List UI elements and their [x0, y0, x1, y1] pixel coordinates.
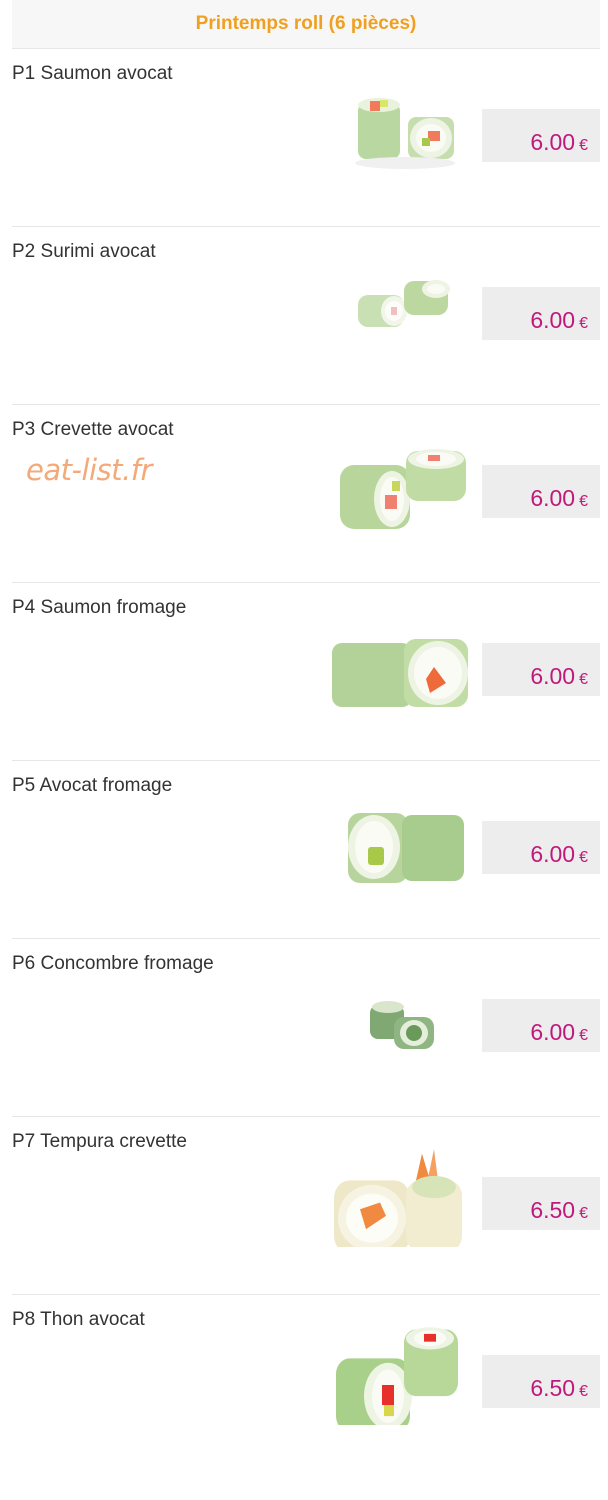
item-name: P7 Tempura crevette	[12, 1131, 187, 1152]
price-box: 6.00 €	[482, 287, 600, 340]
item-name: P8 Thon avocat	[12, 1309, 145, 1330]
price-box: 6.00 €	[482, 109, 600, 162]
tempura-shrimp-roll-image	[334, 1149, 462, 1247]
item-price: 6.00 €	[530, 663, 588, 689]
price-box: 6.50 €	[482, 1355, 600, 1408]
item-price: 6.50 €	[530, 1197, 588, 1223]
section-header: Printemps roll (6 pièces)	[12, 0, 600, 49]
item-name: P3 Crevette avocat	[12, 419, 174, 440]
menu-item[interactable]: P2 Surimi avocat 6.00 €	[12, 227, 600, 405]
shrimp-avocado-roll-image	[340, 449, 466, 529]
price-box: 6.50 €	[482, 1177, 600, 1230]
menu-item[interactable]: P7 Tempura crevette 6.50 €	[12, 1117, 600, 1295]
section-title: Printemps roll (6 pièces)	[195, 13, 417, 34]
price-box: 6.00 €	[482, 999, 600, 1052]
menu-item[interactable]: P5 Avocat fromage 6.00 €	[12, 761, 600, 939]
surimi-avocado-roll-image	[358, 280, 450, 327]
item-price: 6.00 €	[530, 841, 588, 867]
item-name: P6 Concombre fromage	[12, 953, 214, 974]
item-price: 6.00 €	[530, 129, 588, 155]
item-name: P5 Avocat fromage	[12, 775, 173, 796]
price-box: 6.00 €	[482, 643, 600, 696]
avocado-cheese-roll-image	[348, 813, 464, 883]
menu-item[interactable]: P1 Saumon avocat 6.00 €	[12, 49, 600, 227]
salmon-avocado-roll-image	[355, 98, 455, 169]
menu-item[interactable]: P3 Crevette avocat 6.00 €	[12, 405, 600, 583]
tuna-avocado-roll-image	[336, 1327, 458, 1425]
item-price: 6.00 €	[530, 485, 588, 511]
item-price: 6.00 €	[530, 1019, 588, 1045]
menu-item[interactable]: P4 Saumon fromage 6.00 €	[12, 583, 600, 761]
price-box: 6.00 €	[482, 821, 600, 874]
item-price: 6.00 €	[530, 307, 588, 333]
watermark: eat-list.fr	[26, 453, 152, 487]
item-name: P1 Saumon avocat	[12, 63, 173, 84]
menu-item-list: P1 Saumon avocat 6.00€ P2 Surimi avocat	[0, 49, 608, 1472]
item-price: 6.50 €	[530, 1375, 588, 1401]
cucumber-cheese-roll-image	[370, 1001, 434, 1049]
menu-item[interactable]: P6 Concombre fromage 6.00 €	[12, 939, 600, 1117]
salmon-cheese-roll-image	[332, 639, 468, 707]
item-name: P2 Surimi avocat	[12, 241, 156, 262]
menu-item[interactable]: P8 Thon avocat 6.50 €	[12, 1295, 600, 1472]
item-name: P4 Saumon fromage	[12, 597, 187, 618]
price-box: 6.00 €	[482, 465, 600, 518]
